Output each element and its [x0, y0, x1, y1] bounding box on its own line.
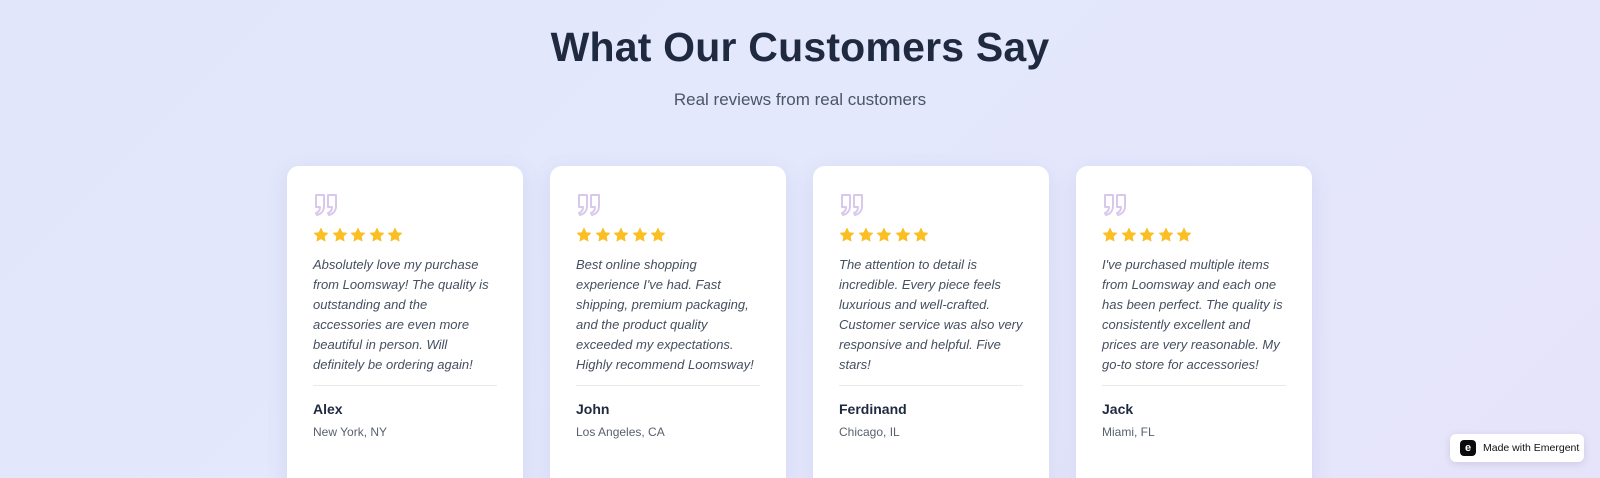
testimonial-card: Absolutely love my purchase from Loomswa… [287, 166, 523, 478]
divider [576, 385, 760, 386]
reviewer-name: John [576, 401, 610, 417]
divider [1102, 385, 1286, 386]
star-rating [839, 227, 1023, 243]
quote-icon [315, 194, 337, 216]
star-icon [650, 227, 666, 242]
star-icon [913, 227, 929, 242]
reviewer-name: Jack [1102, 401, 1134, 417]
divider [313, 385, 497, 386]
star-icon [1176, 227, 1192, 242]
quote-icon [578, 194, 600, 216]
star-icon [839, 227, 855, 242]
section-title: What Our Customers Say [550, 24, 1050, 70]
review-text: The attention to detail is incredible. E… [839, 257, 1023, 372]
testimonials-section: What Our Customers Say Real reviews from… [0, 0, 1600, 478]
star-icon [332, 227, 347, 242]
star-icon [613, 227, 629, 242]
star-icon [369, 227, 384, 242]
star-icon [576, 227, 592, 242]
testimonial-cards: Absolutely love my purchase from Loomswa… [287, 166, 1312, 478]
star-icon [1139, 227, 1155, 242]
divider [839, 385, 1023, 386]
star-icon [313, 227, 329, 242]
badge-label: Made with Emergent [1483, 442, 1580, 454]
reviewer-location: Los Angeles, CA [576, 425, 665, 439]
star-icon [1121, 227, 1136, 242]
star-icon [350, 227, 366, 242]
review-text: Best online shopping experience I've had… [576, 257, 754, 372]
review-text: I've purchased multiple items from Looms… [1102, 257, 1283, 372]
testimonial-card: The attention to detail is incredible. E… [813, 166, 1049, 478]
reviewer-location: New York, NY [313, 425, 388, 439]
reviewer-name: Ferdinand [839, 401, 907, 417]
star-rating [1102, 227, 1286, 243]
review-text: Absolutely love my purchase from Loomswa… [313, 257, 489, 372]
star-icon [1158, 227, 1173, 242]
star-icon [387, 227, 403, 242]
star-icon [1102, 227, 1118, 242]
quote-icon [1104, 194, 1126, 216]
made-with-emergent-badge[interactable]: e Made with Emergent [1450, 434, 1584, 462]
quote-icon [841, 194, 863, 216]
star-icon [895, 227, 910, 242]
reviewer-location: Miami, FL [1102, 425, 1155, 439]
star-icon [876, 227, 892, 242]
star-icon [858, 227, 873, 242]
emergent-logo-icon: e [1460, 440, 1476, 456]
reviewer-location: Chicago, IL [839, 425, 900, 439]
reviewer-name: Alex [313, 401, 343, 417]
star-icon [595, 227, 610, 242]
star-rating [576, 227, 760, 243]
star-icon [632, 227, 647, 242]
testimonial-card: I've purchased multiple items from Looms… [1076, 166, 1312, 478]
star-rating [313, 227, 497, 243]
testimonial-card: Best online shopping experience I've had… [550, 166, 786, 478]
section-subtitle: Real reviews from real customers [673, 90, 927, 109]
